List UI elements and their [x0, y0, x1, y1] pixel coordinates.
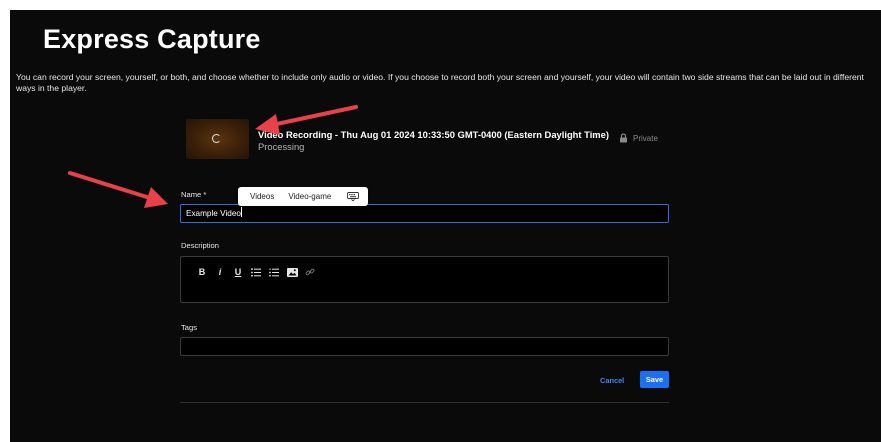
insert-link-button[interactable] — [301, 265, 319, 279]
suggestion-item[interactable]: Video-game — [288, 192, 331, 201]
name-label: Name * — [181, 190, 207, 199]
save-button[interactable]: Save — [640, 371, 669, 388]
numbered-list-icon — [269, 268, 279, 276]
cancel-button[interactable]: Cancel — [600, 376, 624, 385]
lock-icon — [620, 133, 627, 143]
numbered-list-button[interactable] — [265, 265, 283, 279]
bulleted-list-icon — [251, 267, 261, 277]
recording-title: Video Recording - Thu Aug 01 2024 10:33:… — [258, 129, 609, 140]
bulleted-list-button[interactable] — [247, 265, 265, 279]
image-icon — [286, 267, 298, 277]
tags-label: Tags — [181, 323, 198, 332]
privacy-label: Private — [633, 133, 658, 143]
formatting-toolbar: B i U — [193, 265, 319, 279]
suggestion-item[interactable]: Videos — [250, 192, 274, 201]
name-field[interactable]: Example Video — [180, 204, 669, 223]
tags-field[interactable] — [180, 337, 669, 356]
autocomplete-suggestions: Videos Video-game — [238, 187, 368, 206]
express-capture-page: Express Capture You can record your scre… — [10, 10, 881, 442]
page-title: Express Capture — [43, 24, 261, 54]
underline-button[interactable]: U — [229, 265, 247, 279]
privacy-badge[interactable]: Private — [619, 133, 658, 143]
bold-button[interactable]: B — [193, 265, 211, 279]
italic-button[interactable]: i — [211, 265, 229, 279]
divider — [180, 402, 669, 403]
description-editor[interactable]: B i U — [180, 256, 669, 303]
name-field-value: Example Video — [186, 209, 241, 218]
description-label: Description — [181, 241, 219, 250]
annotation-arrow-name-field — [68, 171, 168, 208]
insert-image-button[interactable] — [283, 265, 301, 279]
link-icon — [305, 268, 315, 276]
recording-status: Processing — [258, 141, 305, 152]
keyboard-icon[interactable] — [347, 192, 360, 201]
video-thumbnail[interactable] — [186, 119, 249, 159]
loading-spinner-icon — [212, 134, 221, 143]
screen: Express Capture You can record your scre… — [0, 0, 881, 442]
text-caret — [241, 207, 243, 217]
intro-text: You can record your screen, yourself, or… — [16, 72, 864, 93]
